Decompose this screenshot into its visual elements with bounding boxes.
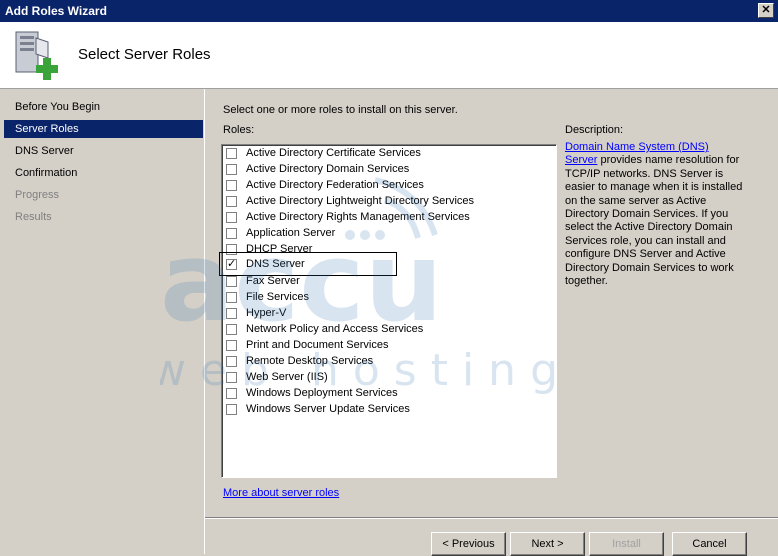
role-label: Remote Desktop Services — [246, 355, 374, 367]
cancel-button[interactable]: Cancel — [672, 532, 747, 556]
role-checkbox[interactable] — [226, 292, 237, 303]
wizard-steps-nav: Before You Begin Server Roles DNS Server… — [0, 89, 204, 554]
roles-label: Roles: — [223, 124, 255, 136]
role-label: Network Policy and Access Services — [246, 323, 424, 335]
description-text: Domain Name System (DNS) Server provides… — [565, 141, 743, 288]
role-item-application-server[interactable]: Application Server — [226, 227, 546, 243]
role-item-windows-deployment-services[interactable]: Windows Deployment Services — [226, 387, 546, 403]
role-checkbox[interactable] — [226, 324, 237, 335]
wizard-header: Select Server Roles — [0, 22, 778, 89]
role-item-dns-server[interactable]: ✓ DNS Server — [219, 252, 397, 276]
role-item-ad-certificate-services[interactable]: Active Directory Certificate Services — [226, 147, 546, 163]
role-label: Windows Deployment Services — [246, 387, 398, 399]
previous-button[interactable]: < Previous — [431, 532, 506, 556]
nav-item-dns-server[interactable]: DNS Server — [4, 142, 203, 160]
role-item-print-document-services[interactable]: Print and Document Services — [226, 339, 546, 355]
role-label: Active Directory Lightweight Directory S… — [246, 195, 475, 207]
role-checkbox[interactable] — [226, 148, 237, 159]
role-checkbox[interactable] — [226, 212, 237, 223]
role-item-ad-rights-management-services[interactable]: Active Directory Rights Management Servi… — [226, 211, 546, 227]
role-item-remote-desktop-services[interactable]: Remote Desktop Services — [226, 355, 546, 371]
role-label: Active Directory Certificate Services — [246, 147, 421, 159]
role-label: Active Directory Rights Management Servi… — [246, 211, 470, 223]
title-bar: Add Roles Wizard ✕ — [0, 0, 778, 22]
role-item-file-services[interactable]: File Services — [226, 291, 546, 307]
role-item-ad-lightweight-directory-services[interactable]: Active Directory Lightweight Directory S… — [226, 195, 546, 211]
instruction-text: Select one or more roles to install on t… — [223, 104, 458, 116]
nav-item-before-you-begin[interactable]: Before You Begin — [4, 98, 203, 116]
role-checkbox[interactable] — [226, 180, 237, 191]
role-label: Fax Server — [246, 275, 300, 287]
more-about-server-roles-link[interactable]: More about server roles — [223, 487, 339, 499]
footer-divider — [205, 517, 778, 519]
install-button: Install — [589, 532, 664, 556]
role-label: File Services — [246, 291, 309, 303]
page-title: Select Server Roles — [78, 46, 211, 63]
role-label: Web Server (IIS) — [246, 371, 328, 383]
description-label: Description: — [565, 124, 624, 136]
description-body: provides name resolution for TCP/IP netw… — [565, 154, 743, 288]
role-item-hyper-v[interactable]: Hyper-V — [226, 307, 546, 323]
roles-list[interactable]: Active Directory Certificate Services Ac… — [219, 144, 557, 478]
role-item-ad-domain-services[interactable]: Active Directory Domain Services — [226, 163, 546, 179]
role-label: DNS Server — [246, 258, 305, 270]
window-title: Add Roles Wizard — [5, 4, 107, 18]
role-item-windows-server-update-services[interactable]: Windows Server Update Services — [226, 403, 546, 419]
role-item-ad-federation-services[interactable]: Active Directory Federation Services — [226, 179, 546, 195]
main-content: Select one or more roles to install on t… — [204, 89, 778, 556]
role-label: Application Server — [246, 227, 336, 239]
role-checkbox-checked[interactable]: ✓ — [226, 259, 237, 270]
role-checkbox[interactable] — [226, 308, 237, 319]
role-checkbox[interactable] — [226, 404, 237, 415]
close-button[interactable]: ✕ — [758, 3, 774, 18]
nav-item-results: Results — [15, 211, 52, 223]
role-label: Active Directory Federation Services — [246, 179, 424, 191]
role-label: Print and Document Services — [246, 339, 389, 351]
role-checkbox[interactable] — [226, 388, 237, 399]
role-checkbox[interactable] — [226, 164, 237, 175]
role-checkbox[interactable] — [226, 340, 237, 351]
server-roles-icon — [15, 31, 58, 80]
role-item-fax-server[interactable]: Fax Server — [226, 275, 546, 291]
role-label: Windows Server Update Services — [246, 403, 410, 415]
next-button[interactable]: Next > — [510, 532, 585, 556]
role-item-network-policy-access-services[interactable]: Network Policy and Access Services — [226, 323, 546, 339]
role-checkbox[interactable] — [226, 356, 237, 367]
role-checkbox[interactable] — [226, 228, 237, 239]
role-label: Active Directory Domain Services — [246, 163, 410, 175]
nav-item-confirmation[interactable]: Confirmation — [4, 164, 203, 182]
role-item-web-server-iis[interactable]: Web Server (IIS) — [226, 371, 546, 387]
nav-item-server-roles[interactable]: Server Roles — [4, 120, 203, 138]
role-label: Hyper-V — [246, 307, 287, 319]
role-checkbox[interactable] — [226, 276, 237, 287]
role-checkbox[interactable] — [226, 196, 237, 207]
role-checkbox[interactable] — [226, 372, 237, 383]
nav-item-progress: Progress — [15, 189, 60, 201]
